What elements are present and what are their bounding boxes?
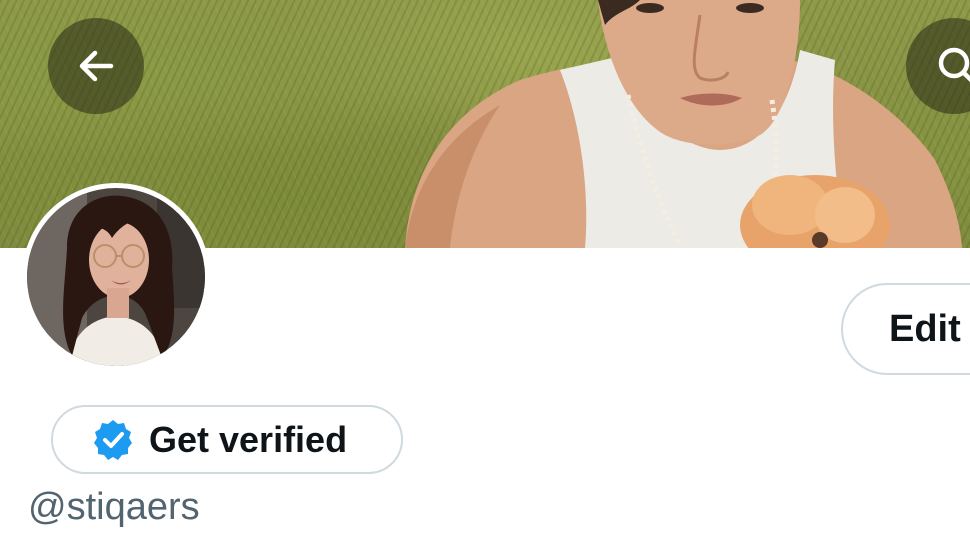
arrow-left-icon (75, 45, 117, 87)
get-verified-label: Get verified (149, 418, 348, 460)
profile-avatar[interactable] (22, 183, 210, 371)
profile-handle: @stiqaers (28, 486, 200, 528)
profile-screen: Edit Get verified @stiqaers (0, 0, 970, 545)
edit-profile-label: Edit (889, 307, 961, 350)
get-verified-button[interactable]: Get verified (51, 405, 403, 474)
avatar-photo (27, 188, 205, 366)
back-button[interactable] (48, 18, 144, 114)
verified-badge-icon (91, 418, 135, 462)
search-icon (935, 44, 970, 88)
edit-profile-button[interactable]: Edit (841, 283, 970, 375)
